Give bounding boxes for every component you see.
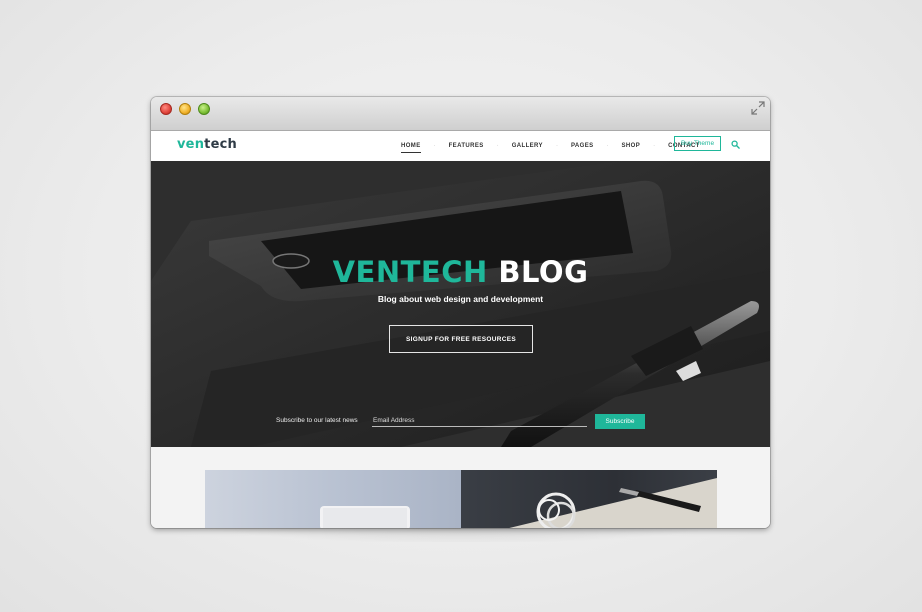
menu-item-gallery[interactable]: GALLERY bbox=[508, 143, 547, 149]
post-thumbnail[interactable] bbox=[205, 470, 461, 528]
menu-item-pages[interactable]: PAGES bbox=[567, 143, 598, 149]
signup-resources-button[interactable]: SIGNUP FOR FREE RESOURCES bbox=[389, 325, 533, 353]
main-menu: HOME · FEATURES · GALLERY · PAGES · SHOP… bbox=[397, 131, 704, 161]
hero-title-rest: BLOG bbox=[498, 255, 589, 289]
email-field[interactable] bbox=[372, 414, 587, 427]
post-image bbox=[320, 506, 410, 528]
subscribe-button[interactable]: Subscribe bbox=[595, 414, 645, 429]
browser-window: ventech HOME · FEATURES · GALLERY · PAGE… bbox=[151, 97, 770, 528]
post-image bbox=[509, 478, 717, 528]
menu-separator: · bbox=[433, 143, 436, 149]
hero-subtitle: Blog about web design and development bbox=[377, 294, 544, 304]
menu-item-shop[interactable]: SHOP bbox=[618, 143, 645, 149]
newsletter-label: Subscribe to our latest news bbox=[276, 417, 358, 424]
site-logo[interactable]: ventech bbox=[177, 137, 237, 152]
hero-title: VENTECH BLOG bbox=[151, 255, 770, 289]
logo-part-1: ven bbox=[177, 137, 205, 152]
minimize-window-button[interactable] bbox=[179, 103, 191, 115]
blog-posts-section bbox=[151, 447, 770, 528]
post-thumbnail[interactable] bbox=[461, 470, 717, 528]
title-bar bbox=[151, 97, 770, 131]
menu-item-features[interactable]: FEATURES bbox=[445, 143, 488, 149]
menu-separator: · bbox=[653, 143, 656, 149]
menu-separator: · bbox=[496, 143, 499, 149]
logo-part-2: tech bbox=[204, 137, 237, 152]
menu-separator: · bbox=[606, 143, 609, 149]
buy-theme-button[interactable]: Buy Theme bbox=[674, 136, 721, 151]
menu-separator: · bbox=[555, 143, 558, 149]
close-window-button[interactable] bbox=[160, 103, 172, 115]
menu-item-home[interactable]: HOME bbox=[397, 143, 425, 153]
hero-section: VENTECH BLOG Blog about web design and d… bbox=[151, 161, 770, 447]
hero-background-image bbox=[151, 161, 770, 447]
site-header: ventech HOME · FEATURES · GALLERY · PAGE… bbox=[151, 131, 770, 162]
hero-title-accent: VENTECH bbox=[332, 255, 488, 289]
fullscreen-icon[interactable] bbox=[751, 101, 765, 115]
search-icon[interactable] bbox=[731, 140, 740, 149]
maximize-window-button[interactable] bbox=[198, 103, 210, 115]
